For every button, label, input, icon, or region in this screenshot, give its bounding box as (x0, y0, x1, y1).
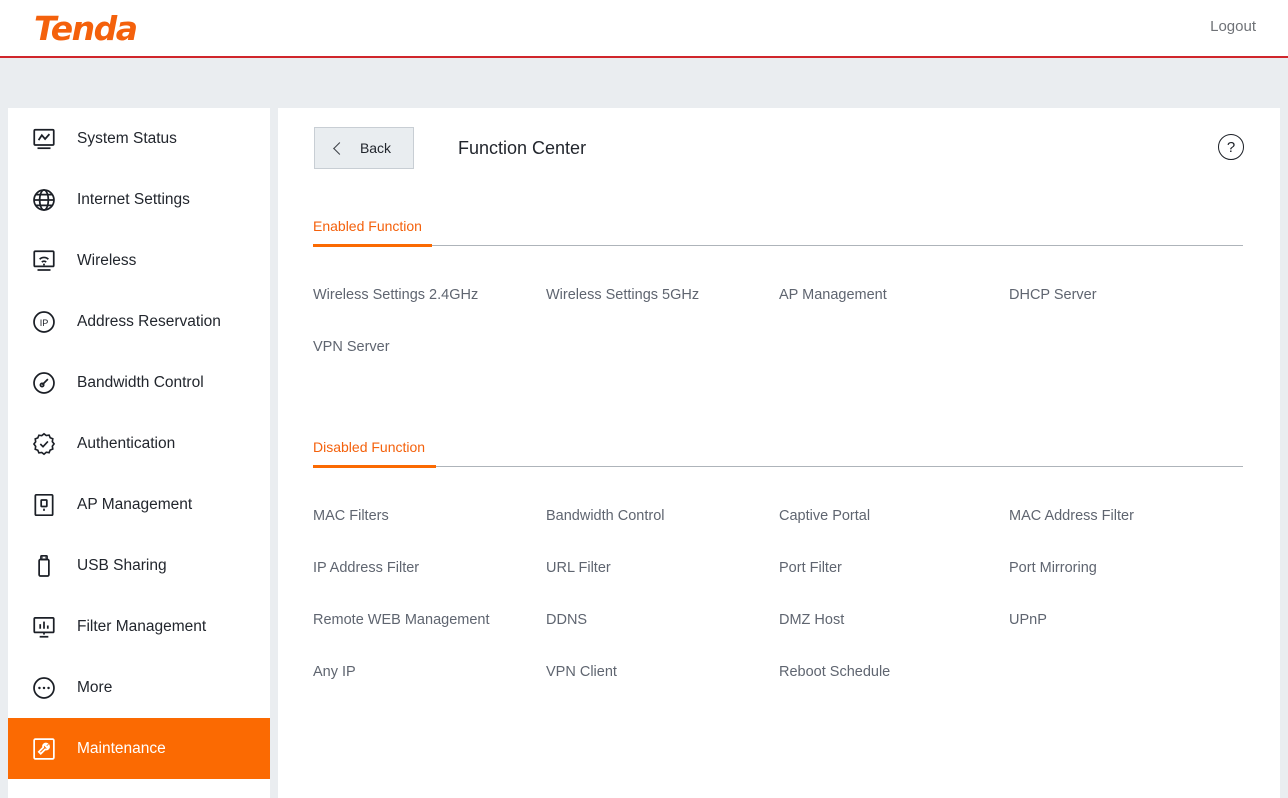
function-item[interactable]: VPN Server (313, 339, 546, 355)
gauge-icon (30, 369, 58, 397)
badge-check-icon (30, 430, 58, 458)
page-title: Function Center (458, 137, 587, 158)
sidebar-item-system-status[interactable]: System Status (8, 108, 270, 169)
tenda-logo: Tenda (34, 9, 138, 48)
function-item[interactable]: Reboot Schedule (779, 664, 1009, 680)
sidebar-item-label: Address Reservation (77, 312, 221, 330)
sidebar-item-label: More (77, 678, 113, 696)
sidebar-item-label: Filter Management (77, 617, 207, 635)
section-underline-disabled (313, 465, 1243, 468)
section-underline-enabled (313, 244, 1243, 247)
sidebar-item-label: Authentication (77, 434, 176, 452)
sidebar-item-filter-management[interactable]: Filter Management (8, 596, 270, 657)
chevron-left-icon (333, 141, 346, 155)
section-enabled-function: Enabled Function Wireless Settings 2.4GH… (313, 218, 1243, 355)
sidebar-item-authentication[interactable]: Authentication (8, 413, 270, 474)
section-disabled-function: Disabled Function MAC Filters Bandwidth C… (313, 439, 1243, 680)
access-point-icon (30, 491, 58, 519)
sidebar-item-address-reservation[interactable]: IP Address Reservation (8, 291, 270, 352)
sidebar-item-label: Bandwidth Control (77, 373, 204, 391)
function-item[interactable]: MAC Address Filter (1009, 508, 1243, 524)
sidebar-item-bandwidth-control[interactable]: Bandwidth Control (8, 352, 270, 413)
enabled-function-grid: Wireless Settings 2.4GHz Wireless Setting… (313, 287, 1243, 355)
function-item[interactable]: Port Filter (779, 560, 1009, 576)
function-item[interactable]: Wireless Settings 5GHz (546, 287, 779, 303)
function-item[interactable]: Wireless Settings 2.4GHz (313, 287, 546, 303)
back-button[interactable]: Back (314, 127, 414, 169)
function-item[interactable]: DMZ Host (779, 612, 1009, 628)
function-item[interactable]: Port Mirroring (1009, 560, 1243, 576)
wifi-screen-icon (30, 247, 58, 275)
sidebar-item-label: Maintenance (77, 739, 166, 757)
section-title-enabled: Enabled Function (313, 218, 422, 234)
page-header: Back Function Center (314, 127, 586, 169)
function-item[interactable]: DHCP Server (1009, 287, 1243, 303)
sidebar-item-more[interactable]: More (8, 657, 270, 718)
function-item[interactable]: Bandwidth Control (546, 508, 779, 524)
function-item[interactable]: DDNS (546, 612, 779, 628)
sidebar-item-maintenance[interactable]: Maintenance (8, 718, 270, 779)
sidebar-item-ap-management[interactable]: AP Management (8, 474, 270, 535)
logout-link[interactable]: Logout (1210, 18, 1256, 35)
bar-chart-icon (30, 613, 58, 641)
function-item[interactable]: UPnP (1009, 612, 1243, 628)
globe-icon (30, 186, 58, 214)
sidebar-item-internet-settings[interactable]: Internet Settings (8, 169, 270, 230)
sidebar-item-label: Internet Settings (77, 190, 190, 208)
function-item[interactable]: IP Address Filter (313, 560, 546, 576)
svg-text:IP: IP (40, 317, 49, 327)
function-item[interactable]: MAC Filters (313, 508, 546, 524)
main-content-panel: Back Function Center ? Enabled Function … (278, 108, 1280, 798)
monitor-chart-icon (30, 125, 58, 153)
function-item[interactable]: Captive Portal (779, 508, 1009, 524)
back-button-label: Back (359, 140, 392, 156)
function-item[interactable]: VPN Client (546, 664, 779, 680)
sidebar-item-label: AP Management (77, 495, 193, 513)
function-item[interactable]: URL Filter (546, 560, 779, 576)
function-item[interactable]: Remote WEB Management (313, 612, 546, 628)
sidebar-item-label: Wireless (77, 251, 137, 269)
sidebar-item-usb-sharing[interactable]: USB Sharing (8, 535, 270, 596)
sidebar-nav: System Status Internet Settings Wireless IP… (8, 108, 270, 798)
top-header-bar: Tenda Logout (0, 0, 1288, 58)
wrench-box-icon (30, 735, 58, 763)
function-item[interactable]: AP Management (779, 287, 1009, 303)
function-item[interactable]: Any IP (313, 664, 546, 680)
sidebar-item-label: System Status (77, 129, 177, 147)
section-title-disabled: Disabled Function (313, 439, 426, 455)
help-icon[interactable]: ? (1218, 134, 1244, 160)
ellipsis-circle-icon (30, 674, 58, 702)
sidebar-item-wireless[interactable]: Wireless (8, 230, 270, 291)
disabled-function-grid: MAC Filters Bandwidth Control Captive Port… (313, 508, 1243, 680)
usb-drive-icon (30, 552, 58, 580)
sidebar-item-label: USB Sharing (77, 556, 167, 574)
ip-circle-icon: IP (30, 308, 58, 336)
